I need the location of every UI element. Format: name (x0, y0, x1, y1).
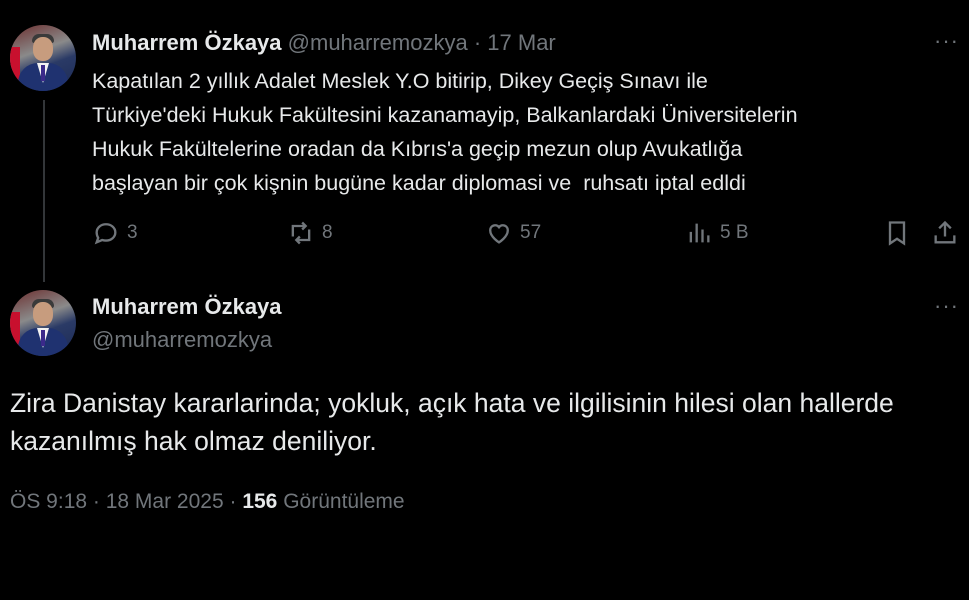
bookmark-button[interactable] (883, 219, 911, 247)
separator: · (467, 30, 488, 55)
tweet-meta: ÖS 9:18 · 18 Mar 2025 · 156 Görüntüleme (10, 490, 405, 514)
more-icon[interactable]: ··· (934, 293, 959, 319)
avatar[interactable] (10, 25, 76, 91)
view-label: Görüntüleme (277, 490, 405, 513)
tweet-time[interactable]: ÖS 9:18 (10, 490, 87, 513)
thread-line (43, 100, 45, 282)
tweet1-header: Muharrem Özkaya @muharremozkya · 17 Mar (92, 30, 556, 56)
tweet-text: Kapatılan 2 yıllık Adalet Meslek Y.O bit… (92, 69, 798, 195)
author-name[interactable]: Muharrem Özkaya (92, 30, 282, 55)
views-icon (689, 223, 710, 243)
tweet-date[interactable]: 18 Mar 2025 (106, 490, 224, 513)
share-button[interactable] (931, 219, 959, 247)
tweet-text: Zira Danistay kararlarinda; yokluk, açık… (10, 388, 894, 456)
repost-icon (291, 221, 311, 245)
separator: · (87, 490, 106, 513)
repost-count: 8 (322, 222, 333, 243)
author-name[interactable]: Muharrem Özkaya (92, 294, 282, 320)
reply-icon (94, 223, 117, 245)
reply-button[interactable]: 3 (92, 219, 138, 247)
repost-button[interactable]: 8 (287, 219, 333, 247)
separator: · (223, 490, 243, 513)
view-count: 5 B (720, 222, 749, 243)
avatar[interactable] (10, 290, 76, 356)
like-button[interactable]: 57 (485, 219, 541, 247)
view-count: 156 (242, 490, 278, 513)
like-icon (489, 224, 509, 244)
author-handle[interactable]: @muharremozkya (92, 327, 272, 352)
share-icon (934, 220, 956, 244)
reply-count: 3 (127, 222, 138, 243)
views-button[interactable]: 5 B (685, 219, 749, 247)
like-count: 57 (520, 222, 542, 243)
bookmark-icon (888, 221, 906, 246)
more-icon[interactable]: ··· (934, 28, 959, 54)
author-handle[interactable]: @muharremozkya (288, 30, 468, 55)
tweet-date[interactable]: 17 Mar (487, 30, 555, 55)
